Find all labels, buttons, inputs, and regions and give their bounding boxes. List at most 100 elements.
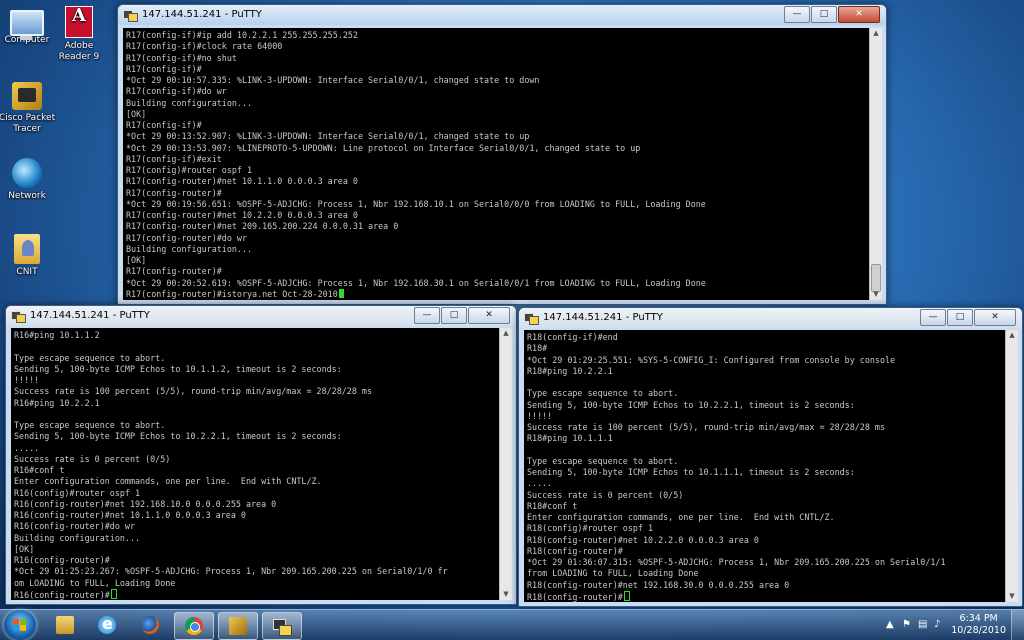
terminal-line: Type escape sequence to abort. [14, 420, 166, 430]
maximize-button[interactable]: □ [441, 307, 467, 324]
folder-icon [14, 234, 40, 264]
close-button[interactable]: ✕ [838, 6, 880, 23]
network-status-icon[interactable]: ▤ [918, 619, 927, 630]
minimize-button[interactable]: — [784, 6, 810, 23]
terminal-line: Success rate is 0 percent (0/5) [14, 453, 171, 464]
terminal-line: R17(config-if)#no shut [126, 52, 237, 63]
scroll-up-arrow-icon[interactable]: ▲ [500, 328, 512, 339]
terminal-line: Building configuration... [126, 97, 253, 108]
terminal-line-text: R17(config-router)#istorya.net Oct-28-20… [126, 288, 338, 299]
terminal-line: R17(config-router)#net 209.165.200.224 0… [126, 221, 399, 232]
terminal-line: Type escape sequence to abort. [527, 388, 679, 399]
desktop-icon-adobe-reader[interactable]: Adobe Reader 9 [48, 6, 110, 63]
desktop-icon-packet-tracer[interactable]: Cisco Packet Tracer [0, 82, 58, 135]
putty-window-r16[interactable]: 147.144.51.241 - PuTTY — □ ✕ R16#ping 10… [5, 305, 517, 605]
terminal-line: R18(config-router)#net 10.2.2.0 0.0.0.3 … [527, 534, 759, 545]
computer-icon [10, 10, 44, 40]
window-titlebar[interactable]: 147.144.51.241 - PuTTY — □ ✕ [519, 308, 1022, 328]
terminal-line: R17(config-if)# [126, 63, 202, 74]
maximize-button[interactable]: □ [947, 309, 973, 326]
taskbar-firefox[interactable] [131, 612, 169, 638]
window-titlebar[interactable]: 147.144.51.241 - PuTTY — □ ✕ [118, 5, 886, 25]
terminal-line: R17(config-if)#clock rate 64000 [126, 41, 283, 52]
show-hidden-icons-icon[interactable]: ▲ [886, 619, 894, 630]
packet-tracer-icon [229, 617, 247, 635]
terminal-line: *Oct 29 00:19:56.651: %OSPF-5-ADJCHG: Pr… [126, 198, 706, 209]
taskbar-putty[interactable] [262, 612, 302, 640]
action-center-flag-icon[interactable]: ⚑ [902, 619, 911, 630]
terminal-cursor [623, 590, 630, 601]
close-button[interactable]: ✕ [468, 307, 510, 324]
putty-window-r18[interactable]: 147.144.51.241 - PuTTY — □ ✕ R18(config-… [518, 307, 1023, 607]
terminal-cursor [338, 288, 344, 298]
desktop-icon-cnit[interactable]: CNIT [0, 234, 58, 278]
terminal-line: *Oct 29 00:20:52.619: %OSPF-5-ADJCHG: Pr… [126, 277, 706, 288]
minimize-button[interactable]: — [414, 307, 440, 324]
terminal-line: Sending 5, 100-byte ICMP Echos to 10.1.1… [14, 363, 342, 374]
terminal-line: R16#conf t [14, 465, 65, 475]
terminal-line: R16#ping 10.2.2.1 [14, 397, 100, 408]
clock-time: 6:34 PM [959, 613, 998, 624]
terminal-output[interactable]: R16#ping 10.1.1.2 Type escape sequence t… [11, 328, 499, 600]
volume-icon[interactable]: ♪ [934, 619, 940, 630]
terminal-line: ..... [527, 478, 553, 489]
terminal-line: om LOADING to FULL, Loading Done [14, 577, 176, 588]
desktop-icon-label: CNIT [16, 267, 38, 277]
clock-date: 10/28/2010 [951, 625, 1006, 636]
start-button[interactable] [4, 610, 36, 640]
close-button[interactable]: ✕ [974, 309, 1016, 326]
internet-explorer-icon [98, 614, 116, 634]
window-title: 147.144.51.241 - PuTTY [543, 312, 663, 323]
maximize-button[interactable]: □ [811, 6, 837, 23]
terminal-line: R17(config-if)#ip add 10.2.2.1 255.255.2… [126, 30, 358, 40]
taskbar-packet-tracer[interactable] [218, 612, 258, 640]
taskbar-windows-explorer[interactable] [46, 612, 84, 638]
terminal-line: [OK] [126, 108, 147, 119]
terminal-line: R17(config-router)# [126, 266, 222, 277]
terminal-line: *Oct 29 00:13:53.907: %LINEPROTO-5-UPDOW… [126, 142, 641, 153]
vertical-scrollbar[interactable]: ▲ ▼ [1005, 330, 1018, 602]
terminal-line: *Oct 29 00:10:57.335: %LINK-3-UPDOWN: In… [126, 75, 540, 85]
taskbar-internet-explorer[interactable] [88, 612, 126, 638]
window-titlebar[interactable]: 147.144.51.241 - PuTTY — □ ✕ [6, 306, 516, 326]
terminal-line: Building configuration... [126, 243, 253, 254]
scrollbar-thumb[interactable] [871, 264, 881, 292]
taskbar-chrome[interactable] [174, 612, 214, 640]
terminal-line: Enter configuration commands, one per li… [14, 476, 322, 487]
scroll-up-arrow-icon[interactable]: ▲ [870, 28, 882, 39]
scroll-down-arrow-icon[interactable]: ▼ [500, 589, 512, 600]
system-clock[interactable]: 6:34 PM 10/28/2010 [951, 613, 1006, 637]
terminal-line: Success rate is 100 percent (5/5), round… [527, 422, 885, 432]
terminal-cursor [110, 588, 117, 599]
terminal-prompt-line: R17(config-router)#istorya.net Oct-28-20… [126, 288, 866, 300]
desktop-icon-network[interactable]: Network [0, 158, 58, 202]
scroll-down-arrow-icon[interactable]: ▼ [870, 289, 882, 300]
terminal-output[interactable]: R18(config-if)#end R18# *Oct 29 01:29:25… [524, 330, 1005, 602]
terminal-prompt-line: R16(config-router)# [14, 588, 496, 600]
terminal-line: R18#ping 10.1.1.1 [527, 433, 613, 444]
vertical-scrollbar[interactable]: ▲ ▼ [499, 328, 512, 600]
adobe-reader-icon [65, 6, 93, 38]
putty-window-r17[interactable]: 147.144.51.241 - PuTTY — □ ✕ R17(config-… [117, 4, 887, 305]
terminal-line: R18#ping 10.2.2.1 [527, 365, 613, 376]
terminal-line: *Oct 29 01:36:07.315: %OSPF-5-ADJCHG: Pr… [527, 557, 946, 567]
terminal-line: Sending 5, 100-byte ICMP Echos to 10.2.2… [527, 399, 855, 410]
scroll-down-arrow-icon[interactable]: ▼ [1006, 591, 1018, 602]
firefox-icon [141, 616, 159, 634]
terminal-line-text: R16(config-router)# [14, 589, 110, 600]
terminal-line: R17(config-router)#do wr [126, 232, 248, 243]
terminal-line: *Oct 29 00:13:52.907: %LINK-3-UPDOWN: In… [126, 131, 530, 142]
putty-icon [524, 311, 539, 325]
scroll-up-arrow-icon[interactable]: ▲ [1006, 330, 1018, 341]
minimize-button[interactable]: — [920, 309, 946, 326]
terminal-line: Sending 5, 100-byte ICMP Echos to 10.2.2… [14, 431, 342, 442]
system-tray: ▲ ⚑ ▤ ♪ 6:34 PM 10/28/2010 [874, 610, 1024, 640]
terminal-line: *Oct 29 01:25:23.267: %OSPF-5-ADJCHG: Pr… [14, 566, 448, 577]
terminal-line: R16(config)#router ospf 1 [14, 487, 141, 498]
terminal-line: R18#conf t [527, 500, 578, 511]
vertical-scrollbar[interactable]: ▲ ▼ [869, 28, 882, 300]
show-desktop-button[interactable] [1011, 610, 1024, 640]
terminal-line: R18(config)#router ospf 1 [527, 523, 654, 534]
terminal-output[interactable]: R17(config-if)#ip add 10.2.2.1 255.255.2… [123, 28, 869, 300]
